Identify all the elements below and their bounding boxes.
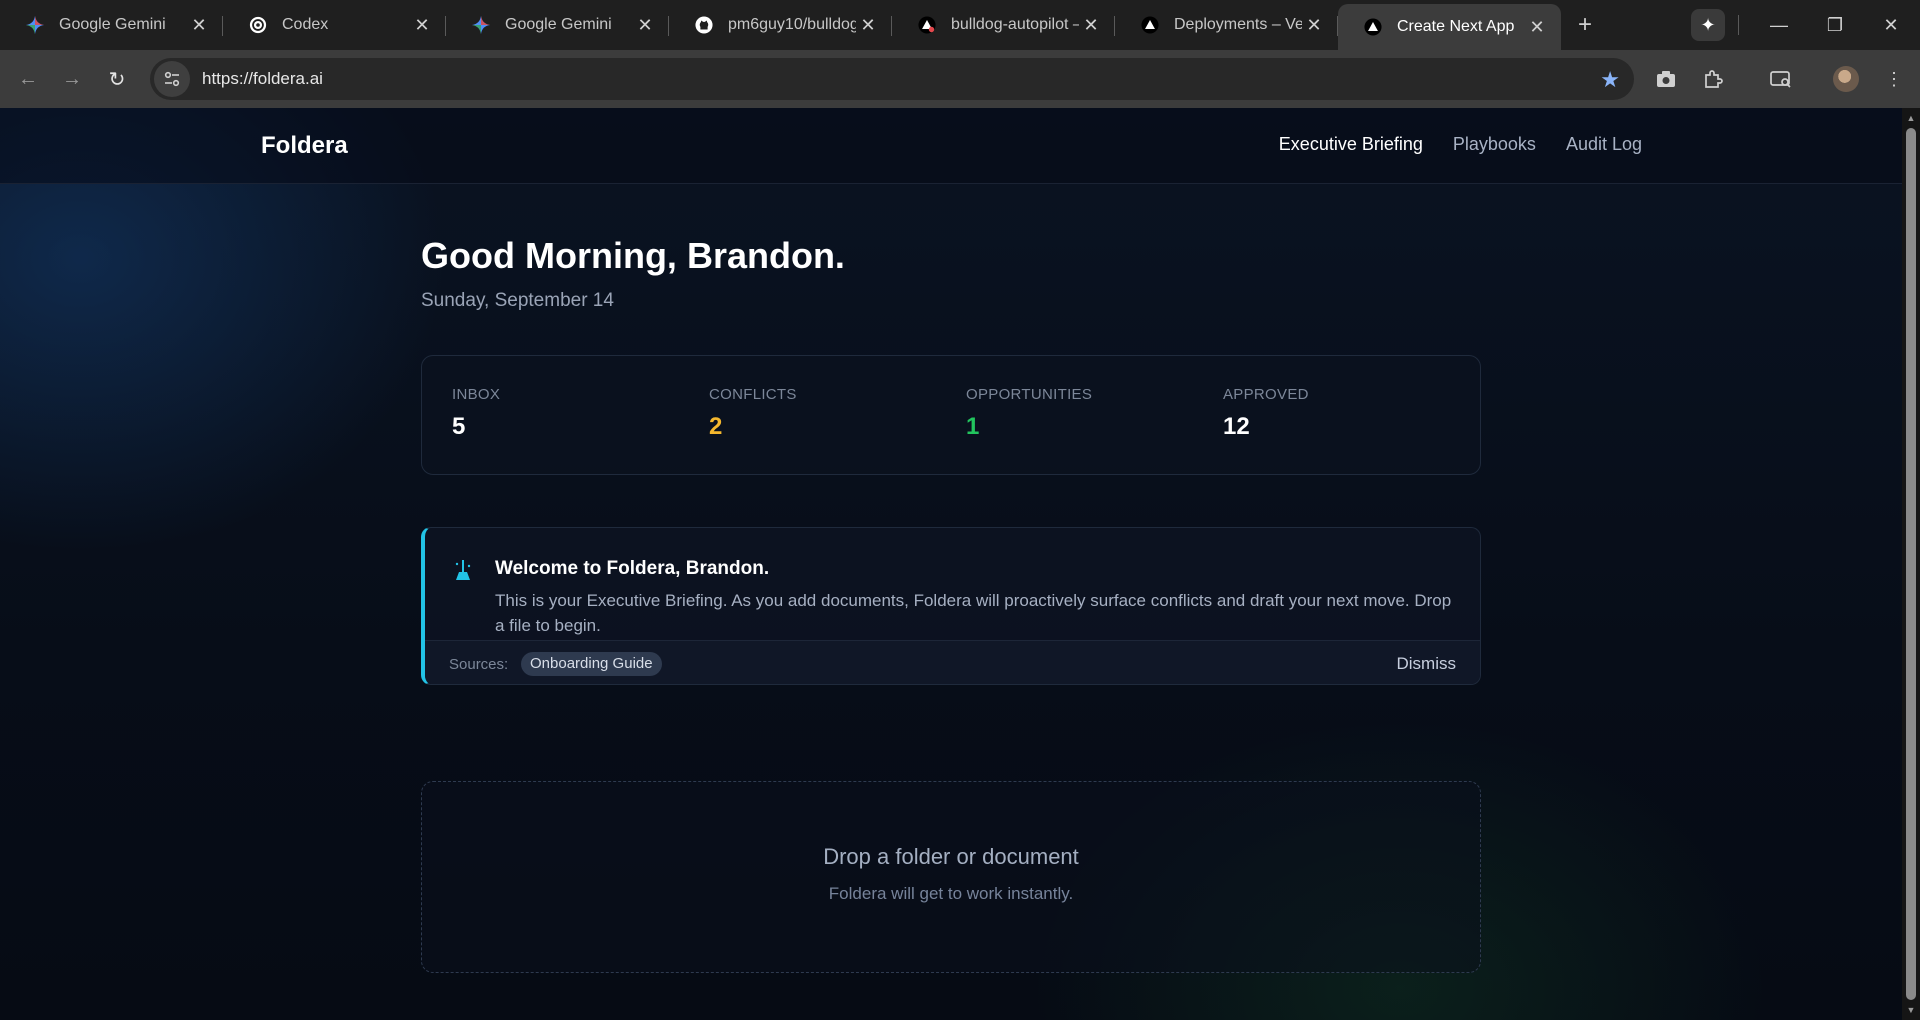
browser-tab[interactable]: Deployments – Verc ✕ bbox=[1115, 0, 1338, 50]
app-header: Foldera Executive Briefing Playbooks Aud… bbox=[0, 108, 1902, 184]
tab-strip-separator bbox=[1738, 15, 1739, 35]
browser-tab[interactable]: pm6guy10/bulldog- ✕ bbox=[669, 0, 892, 50]
welcome-title: Welcome to Foldera, Brandon. bbox=[495, 558, 770, 579]
nav-executive-briefing[interactable]: Executive Briefing bbox=[1279, 134, 1423, 155]
top-nav: Executive Briefing Playbooks Audit Log bbox=[1279, 134, 1642, 155]
browser-tab[interactable]: bulldog-autopilot –   ✕ bbox=[892, 0, 1115, 50]
stat-label: CONFLICTS bbox=[709, 386, 797, 403]
browser-tab[interactable]: Codex ✕ bbox=[223, 0, 446, 50]
github-icon bbox=[694, 15, 714, 35]
vercel-icon bbox=[1363, 17, 1383, 37]
stat-label: APPROVED bbox=[1223, 386, 1309, 403]
browser-tab-active[interactable]: Create Next App ✕ bbox=[1338, 4, 1561, 50]
browser-tab-strip: Google Gemini ✕ Codex ✕ Google Gemini ✕ … bbox=[0, 0, 1920, 50]
file-dropzone[interactable]: Drop a folder or document Foldera will g… bbox=[421, 781, 1481, 973]
url-text: https://foldera.ai bbox=[202, 69, 323, 88]
bookmark-star-icon[interactable]: ★ bbox=[1600, 67, 1620, 93]
tab-title: Deployments – Verc bbox=[1174, 16, 1302, 33]
dropzone-title: Drop a folder or document bbox=[823, 844, 1079, 869]
extensions-puzzle-icon[interactable] bbox=[1697, 63, 1729, 95]
close-icon[interactable]: ✕ bbox=[187, 13, 211, 37]
stat-opportunities[interactable]: OPPORTUNITIES 1 bbox=[966, 386, 1092, 441]
date-subtitle: Sunday, September 14 bbox=[421, 290, 614, 311]
dropzone-subtitle: Foldera will get to work instantly. bbox=[828, 884, 1074, 903]
camera-icon[interactable] bbox=[1650, 63, 1682, 95]
foldera-logo[interactable]: Foldera bbox=[261, 132, 348, 160]
gemini-icon bbox=[471, 15, 491, 35]
tab-search-icon[interactable] bbox=[1765, 63, 1797, 95]
browser-toolbar: ← → ↻ https://foldera.ai ★ ⋮ bbox=[0, 50, 1920, 108]
dismiss-button[interactable]: Dismiss bbox=[1397, 654, 1457, 674]
browser-tab[interactable]: Google Gemini ✕ bbox=[446, 0, 669, 50]
browser-tab[interactable]: Google Gemini ✕ bbox=[0, 0, 223, 50]
browser-menu-icon[interactable]: ⋮ bbox=[1878, 63, 1910, 95]
nav-playbooks[interactable]: Playbooks bbox=[1453, 134, 1536, 155]
stat-label: INBOX bbox=[452, 386, 501, 403]
scroll-down-arrow-icon[interactable]: ▼ bbox=[1906, 1005, 1916, 1015]
codex-icon bbox=[248, 15, 268, 35]
sparkle-broom-icon bbox=[453, 558, 473, 582]
tab-title: Create Next App bbox=[1397, 18, 1515, 35]
sources-label: Sources: bbox=[449, 656, 509, 673]
forward-arrow-icon[interactable]: → bbox=[56, 63, 88, 95]
tab-title: Codex bbox=[282, 16, 329, 33]
close-icon[interactable]: ✕ bbox=[1079, 13, 1103, 37]
stat-inbox[interactable]: INBOX 5 bbox=[452, 386, 500, 441]
profile-avatar[interactable] bbox=[1833, 66, 1859, 92]
tab-title: bulldog-autopilot –   bbox=[951, 16, 1079, 33]
close-icon[interactable]: ✕ bbox=[410, 13, 434, 37]
page-scrollbar[interactable]: ▲ ▼ bbox=[1902, 108, 1920, 1020]
stat-approved[interactable]: APPROVED 12 bbox=[1223, 386, 1309, 441]
close-icon[interactable]: ✕ bbox=[856, 13, 880, 37]
stat-value: 5 bbox=[452, 413, 466, 440]
close-icon[interactable]: ✕ bbox=[633, 13, 657, 37]
back-arrow-icon[interactable]: ← bbox=[12, 63, 44, 95]
gemini-icon bbox=[25, 15, 45, 35]
vercel-icon bbox=[1140, 15, 1160, 35]
scroll-up-arrow-icon[interactable]: ▲ bbox=[1906, 113, 1916, 123]
reload-icon[interactable]: ↻ bbox=[101, 63, 133, 95]
stat-label: OPPORTUNITIES bbox=[966, 386, 1093, 403]
page-viewport: Foldera Executive Briefing Playbooks Aud… bbox=[0, 108, 1902, 1020]
tab-title: Google Gemini bbox=[505, 16, 612, 33]
greeting-heading: Good Morning, Brandon. bbox=[421, 235, 845, 276]
stat-value: 12 bbox=[1223, 413, 1250, 440]
minimize-button[interactable]: — bbox=[1751, 0, 1807, 50]
restore-button[interactable]: ❐ bbox=[1807, 0, 1863, 50]
tab-title: pm6guy10/bulldog- bbox=[728, 16, 856, 33]
source-chip[interactable]: Onboarding Guide bbox=[521, 652, 662, 676]
stat-value: 2 bbox=[709, 413, 723, 440]
close-icon[interactable]: ✕ bbox=[1302, 13, 1326, 37]
stat-conflicts[interactable]: CONFLICTS 2 bbox=[709, 386, 797, 441]
address-bar[interactable]: https://foldera.ai ★ bbox=[150, 58, 1634, 100]
tab-title: Google Gemini bbox=[59, 16, 166, 33]
nav-audit-log[interactable]: Audit Log bbox=[1566, 134, 1642, 155]
welcome-briefing-card: Welcome to Foldera, Brandon. This is you… bbox=[421, 527, 1481, 685]
site-info-icon[interactable] bbox=[154, 61, 190, 97]
gemini-sparkle-button[interactable]: ✦ bbox=[1691, 9, 1725, 41]
vercel-icon bbox=[917, 15, 937, 35]
scrollbar-thumb[interactable] bbox=[1906, 128, 1916, 1000]
new-tab-button[interactable]: + bbox=[1561, 0, 1609, 50]
stat-value: 1 bbox=[966, 413, 980, 440]
close-icon[interactable]: ✕ bbox=[1525, 15, 1549, 39]
welcome-body: This is your Executive Briefing. As you … bbox=[495, 591, 1452, 635]
window-close-button[interactable]: ✕ bbox=[1863, 0, 1919, 50]
stats-card: INBOX 5 CONFLICTS 2 OPPORTUNITIES 1 APPR… bbox=[421, 355, 1481, 475]
welcome-footer: Sources: Onboarding Guide Dismiss bbox=[425, 640, 1480, 684]
